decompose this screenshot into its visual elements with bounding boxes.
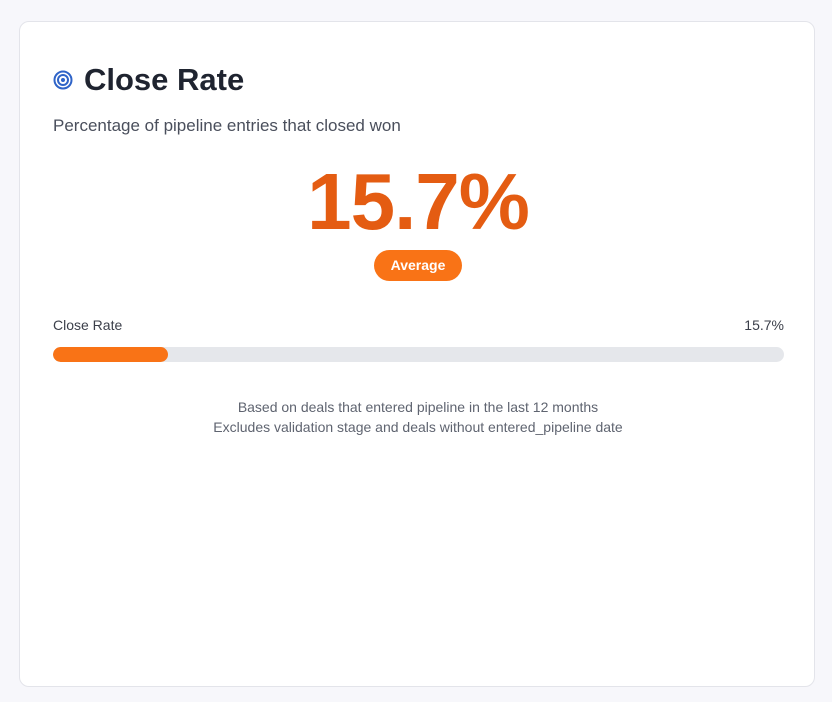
footnote-line: Based on deals that entered pipeline in … bbox=[237, 399, 599, 415]
card-header: Close Rate bbox=[53, 62, 244, 98]
progress-track bbox=[53, 347, 784, 362]
target-icon bbox=[53, 70, 73, 90]
badge-container: Average bbox=[20, 250, 816, 281]
close-rate-card: Close Rate Percentage of pipeline entrie… bbox=[19, 21, 815, 687]
footnote-line: Excludes validation stage and deals with… bbox=[213, 419, 623, 435]
close-rate-value: 15.7% bbox=[307, 157, 530, 246]
progress-label: Close Rate bbox=[53, 317, 123, 333]
card-subtitle: Percentage of pipeline entries that clos… bbox=[53, 116, 401, 135]
progress-fill bbox=[53, 347, 168, 362]
card-title: Close Rate bbox=[84, 62, 245, 97]
progress-label-row: Close Rate 15.7% bbox=[53, 317, 784, 333]
rating-badge: Average bbox=[373, 250, 463, 281]
progress-value: 15.7% bbox=[744, 317, 784, 333]
footnotes: Based on deals that entered pipeline in … bbox=[20, 397, 816, 437]
